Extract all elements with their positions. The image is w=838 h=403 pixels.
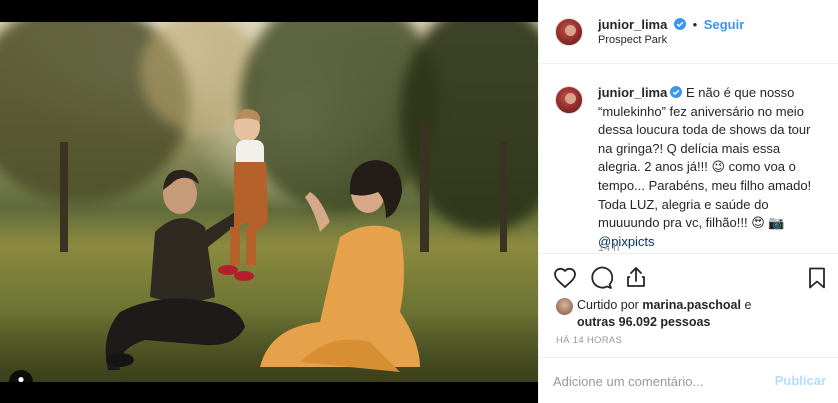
caption: junior_lima E não é que nosso “mulekinho… <box>598 84 828 251</box>
comment-bar: Publicar <box>539 357 838 403</box>
heart-icon[interactable] <box>553 266 577 290</box>
person-tag-icon <box>18 377 24 382</box>
liked-by-connector: e <box>744 298 752 312</box>
bookmark-icon[interactable] <box>805 266 829 290</box>
post-timestamp[interactable]: HÁ 14 HORAS <box>556 335 622 346</box>
caption-line: na gringa?! Q delícia mais essa <box>598 140 781 156</box>
comment-bubble-icon[interactable] <box>589 266 613 290</box>
follow-button[interactable]: Seguir <box>704 17 744 32</box>
comment-input[interactable] <box>553 371 768 391</box>
verified-badge-icon <box>673 18 686 30</box>
caption-time: 14 h <box>598 242 620 252</box>
verified-badge-icon <box>670 86 683 98</box>
liked-by-prefix: Curtido por <box>577 298 639 312</box>
share-icon[interactable] <box>624 265 648 289</box>
family-illustration <box>105 109 420 372</box>
child-figure <box>218 109 268 281</box>
author-line: junior_lima • Seguir <box>598 17 744 32</box>
caption-author-avatar[interactable] <box>555 86 583 114</box>
header-separator: • <box>692 17 698 32</box>
caption-line: “mulekinho” fez aniversário no meio <box>598 103 804 119</box>
caption-line: alegria. 2 anos já!!! 😉 como voa o <box>598 159 796 175</box>
liked-by-user-link[interactable]: marina.paschoal <box>642 298 741 312</box>
caption-line: muuuundo pra vc, filhão!!! 😍 📷 <box>598 215 785 231</box>
mother-figure <box>260 160 420 372</box>
liked-by-others-link[interactable]: outras 96.092 pessoas <box>577 315 710 329</box>
author-username[interactable]: junior_lima <box>598 17 667 32</box>
location-link[interactable]: Prospect Park <box>598 34 667 46</box>
post-side-panel: junior_lima • Seguir Prospect Park junio… <box>538 0 838 403</box>
liker-avatar[interactable] <box>556 298 573 315</box>
caption-area: junior_lima E não é que nosso “mulekinho… <box>539 65 838 252</box>
caption-line: Toda LUZ, alegria e saúde do <box>598 196 769 212</box>
caption-line: tempo... Parabéns, meu filho amado! <box>598 177 812 193</box>
caption-line: dessa loucura toda de shows da tour <box>598 122 811 138</box>
post-header: junior_lima • Seguir Prospect Park <box>539 0 838 64</box>
caption-username[interactable]: junior_lima <box>598 85 667 100</box>
author-avatar[interactable] <box>555 18 583 46</box>
post-photo[interactable] <box>0 22 538 382</box>
publish-button[interactable]: Publicar <box>775 373 826 388</box>
post-photo-pane <box>0 0 538 403</box>
caption-line: E não é que nosso <box>685 85 795 100</box>
liked-by-text: Curtido por marina.paschoal e outras 96.… <box>577 297 827 331</box>
